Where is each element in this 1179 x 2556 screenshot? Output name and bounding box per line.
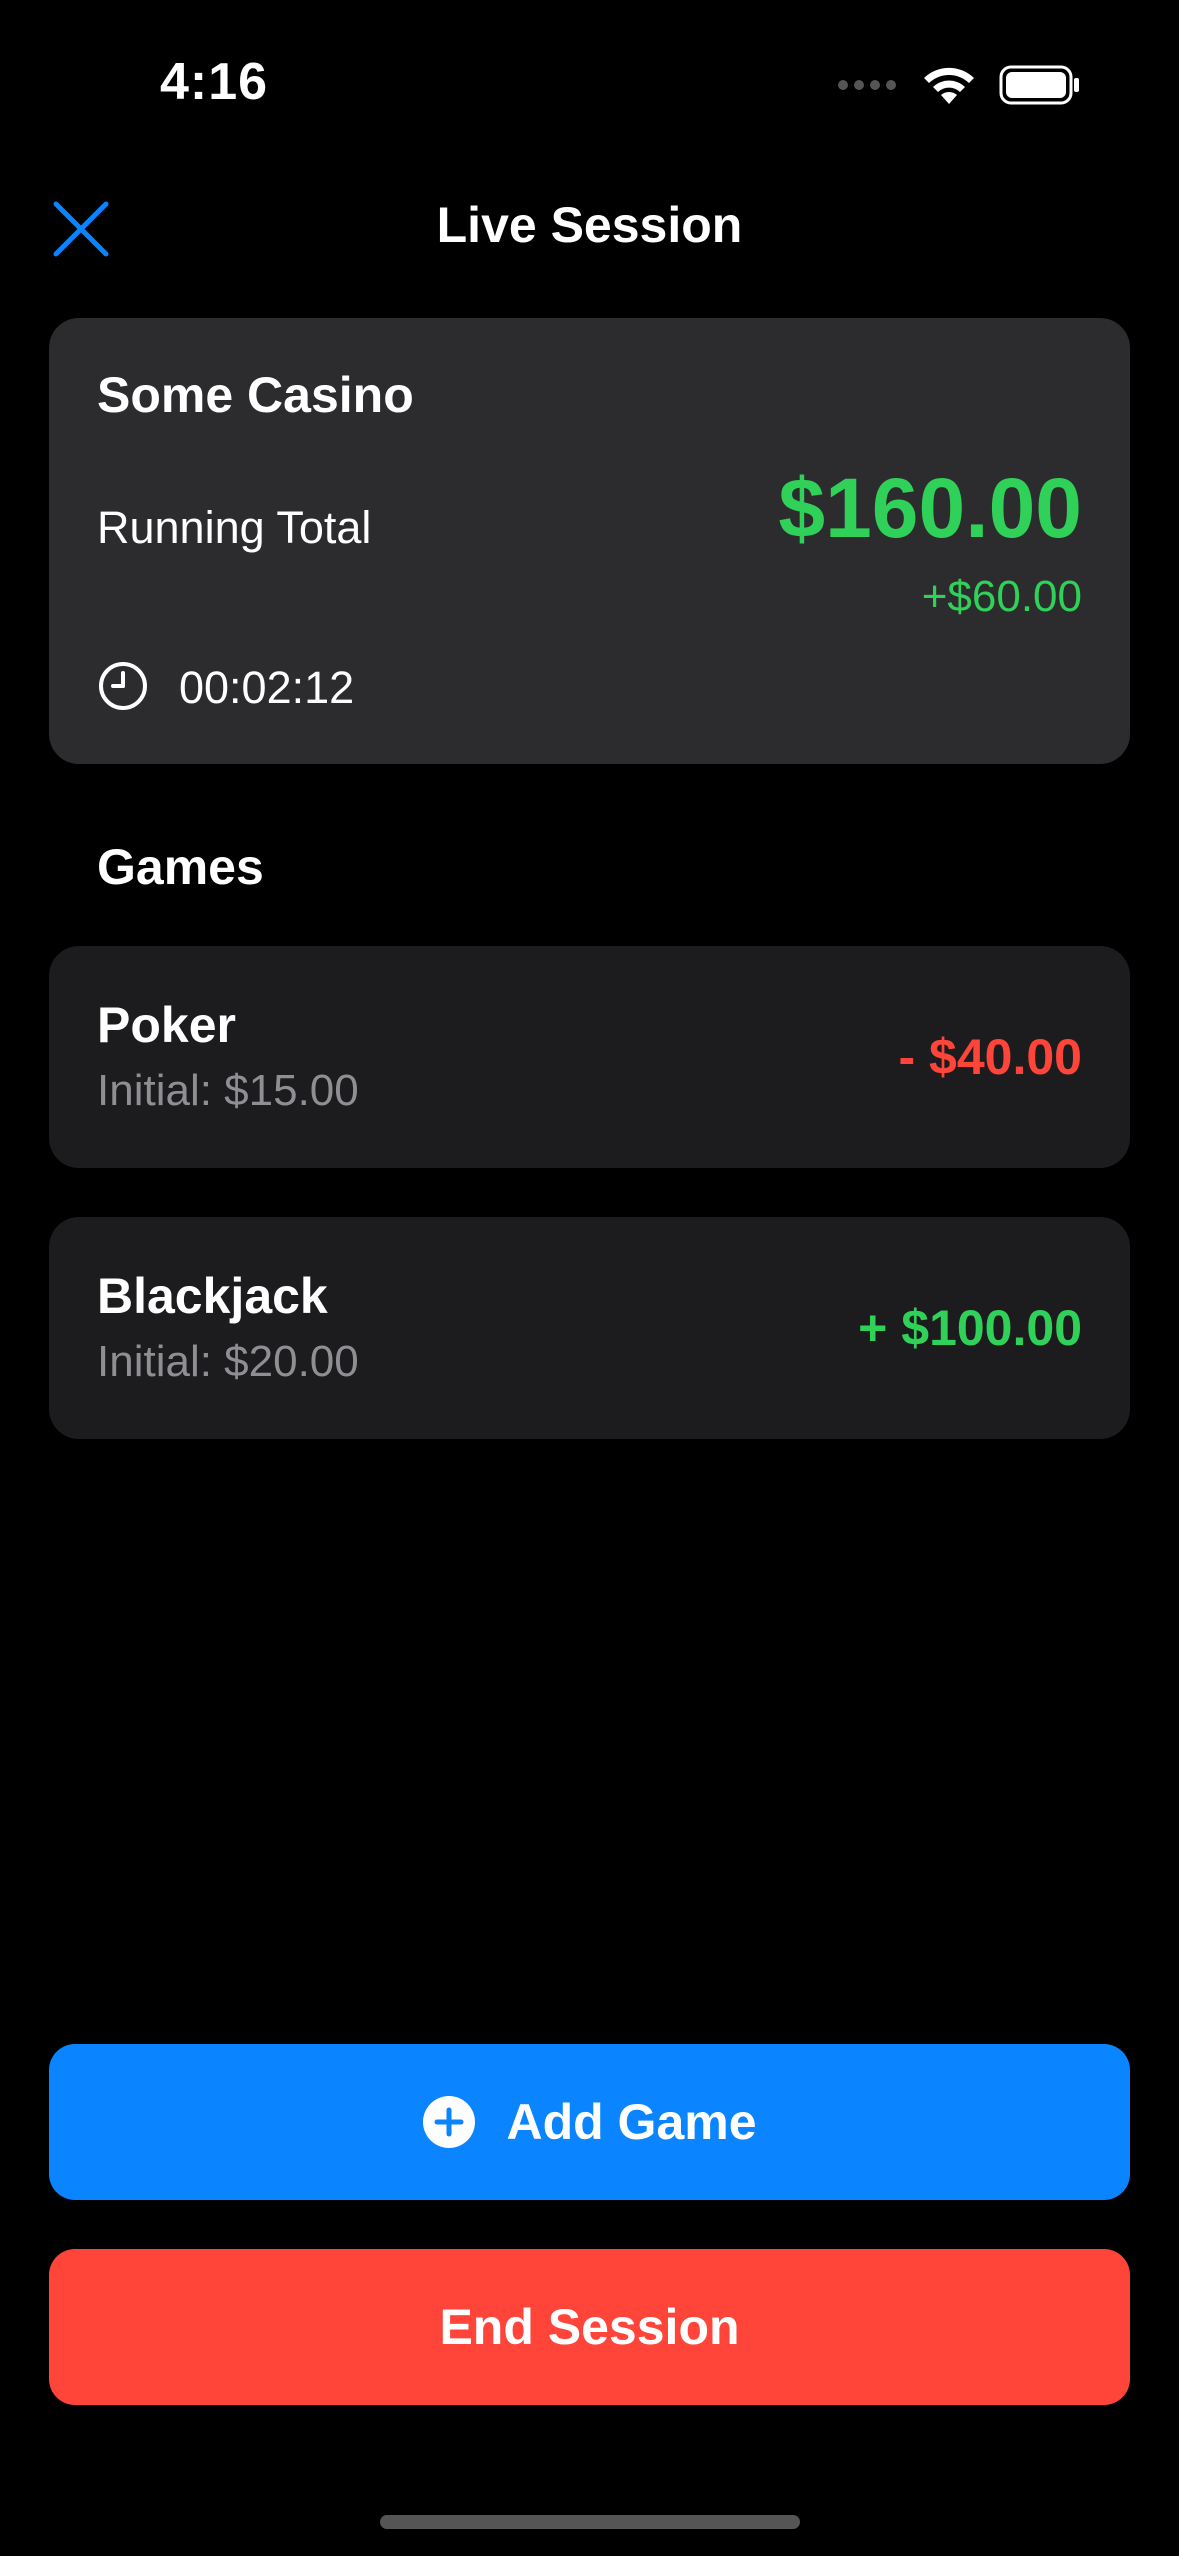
running-total-delta: +$60.00 [921, 572, 1082, 621]
game-initial-amount: Initial: $20.00 [97, 1337, 359, 1386]
casino-name: Some Casino [97, 367, 414, 423]
wifi-icon [924, 67, 974, 104]
clock-icon [99, 662, 147, 710]
status-icons [837, 64, 1081, 106]
game-result-amount: - $40.00 [898, 1029, 1082, 1085]
plus-circle-icon [423, 2096, 476, 2148]
add-game-button[interactable]: Add Game [49, 2044, 1130, 2200]
game-card-blackjack[interactable]: Blackjack Initial: $20.00 + $100.00 [49, 1217, 1130, 1439]
session-summary-card: Some Casino Running Total $160.00 +$60.0… [49, 318, 1130, 764]
game-result-amount: + $100.00 [858, 1300, 1082, 1356]
games-section-title: Games [97, 839, 264, 895]
elapsed-time: 00:02:12 [179, 662, 355, 713]
game-initial-amount: Initial: $15.00 [97, 1066, 359, 1115]
running-total-value: $160.00 [778, 461, 1082, 555]
page-title: Live Session [436, 197, 743, 253]
home-indicator[interactable] [380, 2515, 800, 2529]
game-name: Blackjack [97, 1268, 328, 1324]
cellular-dots-icon [838, 80, 896, 90]
running-total-label: Running Total [97, 502, 372, 553]
end-session-label: End Session [439, 2299, 740, 2355]
game-name: Poker [97, 997, 236, 1053]
status-time: 4:16 [160, 53, 269, 111]
add-game-label: Add Game [506, 2094, 757, 2150]
battery-icon [999, 65, 1079, 105]
end-session-button[interactable]: End Session [49, 2249, 1130, 2405]
game-card-poker[interactable]: Poker Initial: $15.00 - $40.00 [49, 946, 1130, 1168]
